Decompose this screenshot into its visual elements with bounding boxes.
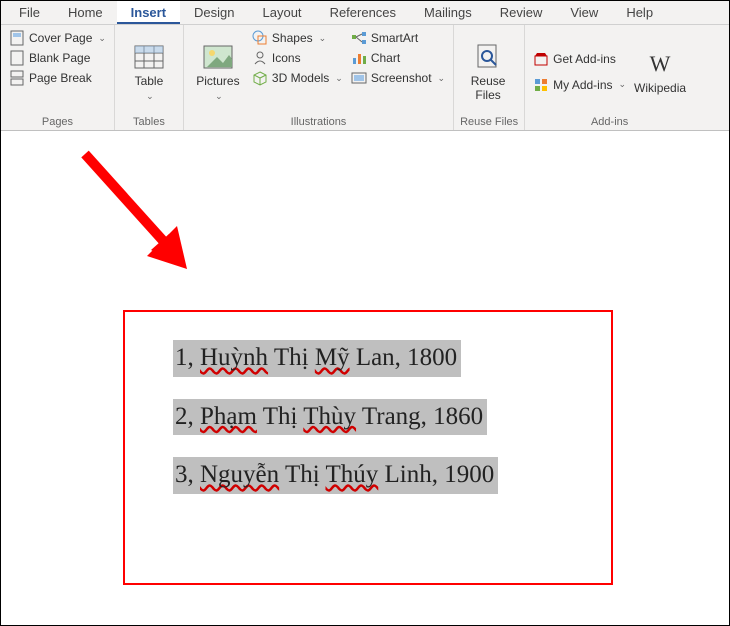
cmd-label: Wikipedia (634, 82, 686, 95)
pictures-button[interactable]: Pictures ⌄ (190, 29, 246, 114)
tab-references[interactable]: References (316, 1, 410, 24)
cover-page-icon (9, 30, 25, 46)
cube-icon (252, 70, 268, 86)
chart-button[interactable]: Chart (349, 49, 447, 67)
tab-help[interactable]: Help (612, 1, 667, 24)
group-label: Illustrations (190, 114, 447, 128)
chevron-down-icon: ⌄ (319, 33, 327, 44)
tab-insert[interactable]: Insert (117, 1, 180, 24)
cmd-label: My Add-ins (553, 78, 612, 92)
smartart-icon (351, 30, 367, 46)
shapes-icon (252, 30, 268, 46)
group-addins: Get Add-ins My Add-ins ⌄ W Wikipedia Add… (525, 25, 694, 130)
group-label: Pages (7, 114, 108, 128)
reuse-icon (472, 41, 504, 73)
selected-text-line[interactable]: 2, Phạm Thị Thùy Trang, 1860 (173, 399, 487, 436)
arrow-annotation (75, 144, 215, 284)
shapes-button[interactable]: Shapes ⌄ (250, 29, 345, 47)
reuse-files-button[interactable]: Reuse Files (460, 29, 516, 114)
cmd-label: Icons (272, 51, 301, 65)
smartart-button[interactable]: SmartArt (349, 29, 447, 47)
tab-home[interactable]: Home (54, 1, 117, 24)
table-button[interactable]: Table ⌄ (121, 29, 177, 114)
tab-review[interactable]: Review (486, 1, 557, 24)
icons-button[interactable]: Icons (250, 49, 345, 67)
chevron-down-icon: ⌄ (98, 33, 106, 44)
group-reuse: Reuse Files Reuse Files (454, 25, 525, 130)
cmd-label: Reuse Files (471, 75, 506, 101)
chevron-down-icon: ⌄ (335, 73, 343, 84)
group-label: Reuse Files (460, 114, 518, 128)
selected-text-line[interactable]: 1, Huỳnh Thị Mỹ Lan, 1800 (173, 340, 461, 377)
group-tables: Table ⌄ Tables (115, 25, 184, 130)
cmd-label: Blank Page (29, 51, 90, 65)
store-icon (533, 51, 549, 67)
blank-page-button[interactable]: Blank Page (7, 49, 108, 67)
picture-icon (202, 41, 234, 73)
table-icon (133, 41, 165, 73)
tab-layout[interactable]: Layout (249, 1, 316, 24)
cmd-label: SmartArt (371, 31, 418, 45)
cmd-label: Screenshot (371, 71, 432, 85)
cmd-label: Shapes (272, 31, 313, 45)
cmd-label: 3D Models (272, 71, 329, 85)
tab-design[interactable]: Design (180, 1, 248, 24)
chevron-down-icon: ⌄ (438, 73, 446, 84)
screenshot-icon (351, 70, 367, 86)
ribbon: Cover Page ⌄ Blank Page Page Break Page (1, 25, 729, 131)
group-label: Add-ins (531, 114, 688, 128)
wikipedia-button[interactable]: W Wikipedia (632, 29, 688, 114)
ribbon-tabs: File Home Insert Design Layout Reference… (1, 1, 729, 25)
document-area[interactable]: 1, Huỳnh Thị Mỹ Lan, 1800 2, Phạm Thị Thù… (5, 132, 725, 621)
cmd-label: Get Add-ins (553, 52, 616, 66)
my-addins-button[interactable]: My Add-ins ⌄ (531, 76, 628, 94)
tab-mailings[interactable]: Mailings (410, 1, 486, 24)
tab-file[interactable]: File (5, 1, 54, 24)
addins-icon (533, 77, 549, 93)
wikipedia-icon: W (644, 48, 676, 80)
cover-page-button[interactable]: Cover Page ⌄ (7, 29, 108, 47)
chevron-down-icon: ⌄ (619, 79, 627, 90)
group-pages: Cover Page ⌄ Blank Page Page Break Page (1, 25, 115, 130)
icons-icon (252, 50, 268, 66)
chevron-down-icon: ⌄ (146, 91, 154, 102)
cmd-label: Pictures (196, 75, 239, 88)
page-break-icon (9, 70, 25, 86)
screenshot-button[interactable]: Screenshot ⌄ (349, 69, 447, 87)
cmd-label: Table (135, 75, 164, 88)
group-illustrations: Pictures ⌄ Shapes ⌄ Icons (184, 25, 454, 130)
3d-models-button[interactable]: 3D Models ⌄ (250, 69, 345, 87)
chart-icon (351, 50, 367, 66)
selection-highlight-box: 1, Huỳnh Thị Mỹ Lan, 1800 2, Phạm Thị Thù… (123, 310, 613, 585)
blank-page-icon (9, 50, 25, 66)
cmd-label: Chart (371, 51, 400, 65)
page-break-button[interactable]: Page Break (7, 69, 108, 87)
selected-text-line[interactable]: 3, Nguyễn Thị Thúy Linh, 1900 (173, 457, 498, 494)
cmd-label: Cover Page (29, 31, 92, 45)
svg-text:W: W (650, 53, 671, 75)
group-label: Tables (121, 114, 177, 128)
cmd-label: Page Break (29, 71, 92, 85)
get-addins-button[interactable]: Get Add-ins (531, 50, 628, 68)
chevron-down-icon: ⌄ (215, 91, 223, 102)
tab-view[interactable]: View (556, 1, 612, 24)
